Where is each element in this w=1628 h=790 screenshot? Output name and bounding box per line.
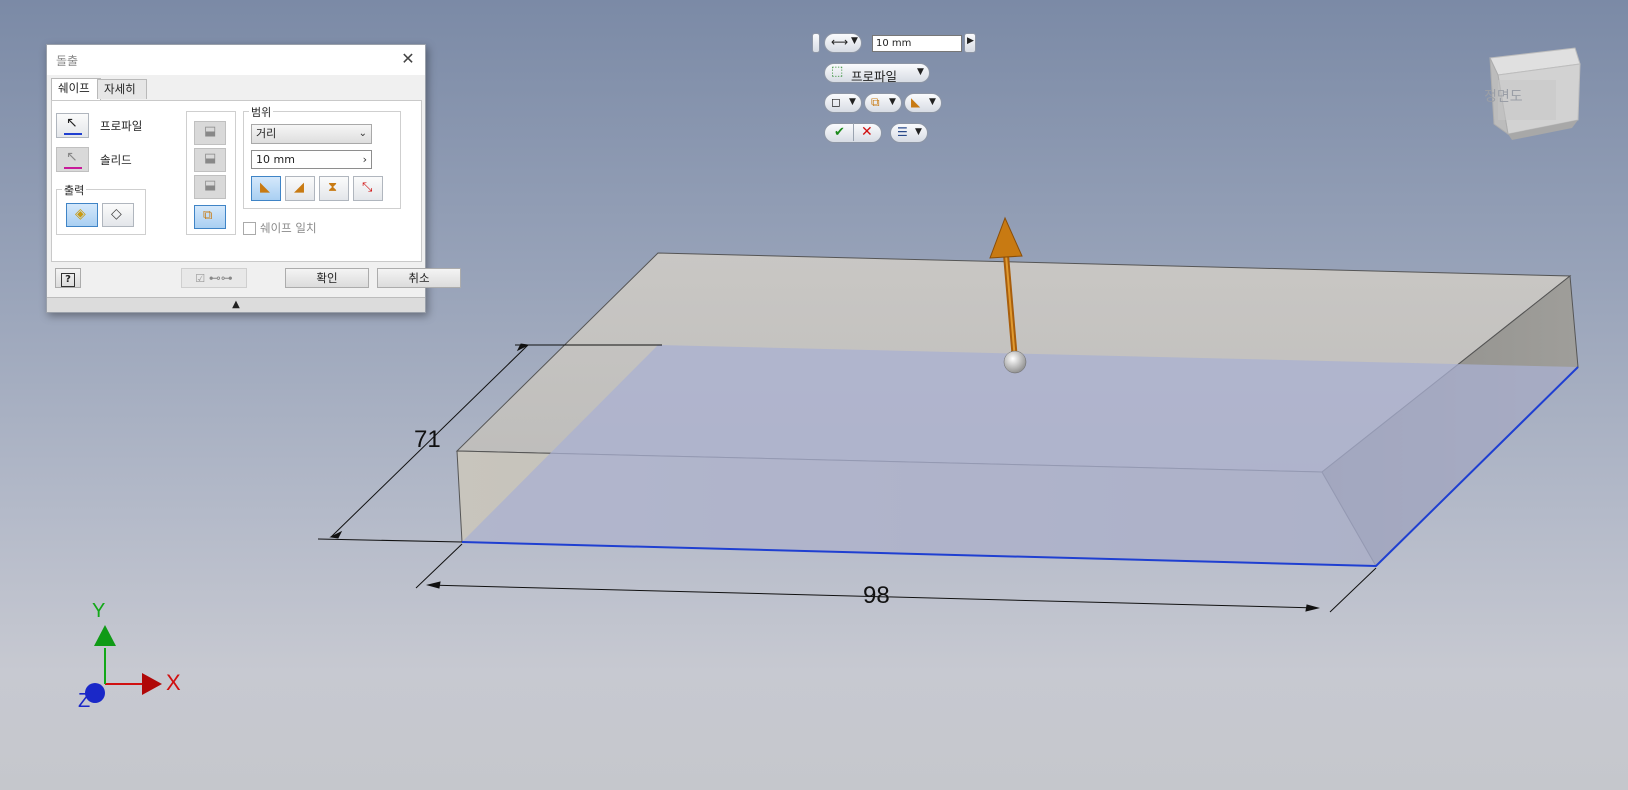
output-type-dropdown[interactable]: ◻ ▼ [824,93,862,113]
join-icon: ⬓ [204,124,217,139]
chevron-down-icon: ▼ [889,97,896,107]
direction-flipped-icon: ◢ [294,180,304,195]
chevron-down-icon: ⌄ [358,128,367,139]
help-button[interactable]: ? [55,268,81,288]
mini-profile-label: 프로파일 [851,69,898,84]
intersect-icon: ⬓ [204,178,217,193]
new-solid-icon: ⧉ [203,208,213,223]
direction-default-button[interactable]: ◣ [251,176,281,201]
distance-icon: ⟷ [831,35,849,49]
preview-toggle[interactable]: ☑ ⊷⊶ [181,268,247,288]
match-shape-checkbox[interactable] [243,222,256,235]
chevron-right-icon[interactable]: › [363,151,367,168]
cancel-button[interactable]: 취소 [377,268,461,288]
play-arrow-icon: ▶ [967,36,974,46]
output-group-title: 출력 [62,182,87,198]
operation-new-solid-button[interactable]: ⧉ [194,205,226,229]
extents-type-value: 거리 [256,127,277,140]
match-shape-label: 쉐이프 일치 [260,221,317,235]
extrude-dialog: 돌출 ✕ 쉐이프 자세히 ↖ 프로파일 ↖ 솔리드 출력 ◈ ◇ ⬓ ⬓ ⬓ ⧉… [46,44,461,313]
tab-shape[interactable]: 쉐이프 [51,78,101,100]
help-icon: ? [61,273,75,287]
axis-y-label: Y [92,600,106,622]
output-surface-button[interactable]: ◇ [102,203,134,227]
mini-toolbar-grip[interactable] [812,33,820,53]
direction-symmetric-icon: ⧗ [328,180,338,195]
solid-box-icon: ◻ [831,95,841,109]
chevron-down-icon: ▼ [929,97,936,107]
coordinate-triad [85,625,162,703]
chevron-down-icon: ▼ [915,127,922,137]
solid-cube-icon: ◈ [75,206,86,222]
distance-input[interactable]: 10 mm › [251,150,372,169]
direction-flipped-button[interactable]: ◢ [285,176,315,201]
apply-arrow-button[interactable]: ▶ [964,33,976,53]
axis-x-label: X [166,670,181,695]
chevron-down-icon: ▼ [849,97,856,107]
mini-toolbar-options[interactable]: ☰ ▼ [890,123,928,143]
direction-dropdown[interactable]: ◣ ▼ [904,93,942,113]
solid-label: 솔리드 [100,153,132,167]
check-icon: ☑ [195,272,206,285]
cursor-arrow-icon: ↖ [66,115,78,131]
expand-panel-button[interactable]: ▲ [47,297,425,312]
extents-type-select[interactable]: 거리 ⌄ [251,124,372,144]
cursor-arrow-icon: ↖ [66,149,78,165]
viewcube-face-label[interactable]: 정면도 [1484,86,1523,106]
direction-icon: ◣ [911,95,921,109]
mini-profile-button[interactable]: ⬚ 프로파일 ▼ [824,63,930,84]
operation-cut-button[interactable]: ⬓ [194,148,226,172]
dialog-titlebar[interactable]: 돌출 ✕ [47,45,425,75]
cut-icon: ⬓ [204,151,217,166]
extents-group-title: 범위 [249,104,274,120]
surface-cube-icon: ◇ [111,206,122,222]
distance-value: 10 mm [256,153,295,166]
dimension-98-value[interactable]: 98 [863,582,890,610]
ok-check-icon[interactable]: ✔ [834,125,845,140]
list-icon: ☰ [897,125,908,139]
direction-asymmetric-button[interactable]: ⤡ [353,176,383,201]
glasses-icon: ⊷⊶ [208,271,233,285]
mini-distance-input[interactable]: 10 mm [872,35,962,52]
chevron-down-icon: ▼ [851,36,858,46]
shape-tab-panel: ↖ 프로파일 ↖ 솔리드 출력 ◈ ◇ ⬓ ⬓ ⬓ ⧉ 범위 거리 ⌄ 10 m… [51,100,422,262]
direction-default-icon: ◣ [260,180,270,195]
ok-button[interactable]: 확인 [285,268,369,288]
operation-dropdown[interactable]: ⧉ ▼ [864,93,902,113]
operation-join-button[interactable]: ⬓ [194,121,226,145]
cancel-x-icon[interactable]: ✕ [861,124,873,140]
close-icon[interactable]: ✕ [397,48,419,70]
direction-symmetric-button[interactable]: ⧗ [319,176,349,201]
direction-asymmetric-icon: ⤡ [362,180,373,195]
solid-select-button[interactable]: ↖ [56,147,89,172]
profile-label: 프로파일 [100,119,143,133]
distance-type-dropdown[interactable]: ⟷ ▼ [824,33,862,53]
dimension-71-value[interactable]: 71 [414,426,441,454]
join-icon: ⧉ [871,95,880,109]
output-solid-button[interactable]: ◈ [66,203,98,227]
axis-z-label: Z [78,690,91,712]
ok-cancel-group: ✔ ✕ [824,123,882,143]
chevron-down-icon: ▼ [917,67,924,77]
profile-select-button[interactable]: ↖ [56,113,89,138]
triangle-up-icon: ▲ [232,299,240,310]
operation-intersect-button[interactable]: ⬓ [194,175,226,199]
profile-select-icon: ⬚ [831,64,844,79]
dialog-title: 돌출 [56,54,79,68]
tab-more[interactable]: 자세히 [97,79,147,99]
